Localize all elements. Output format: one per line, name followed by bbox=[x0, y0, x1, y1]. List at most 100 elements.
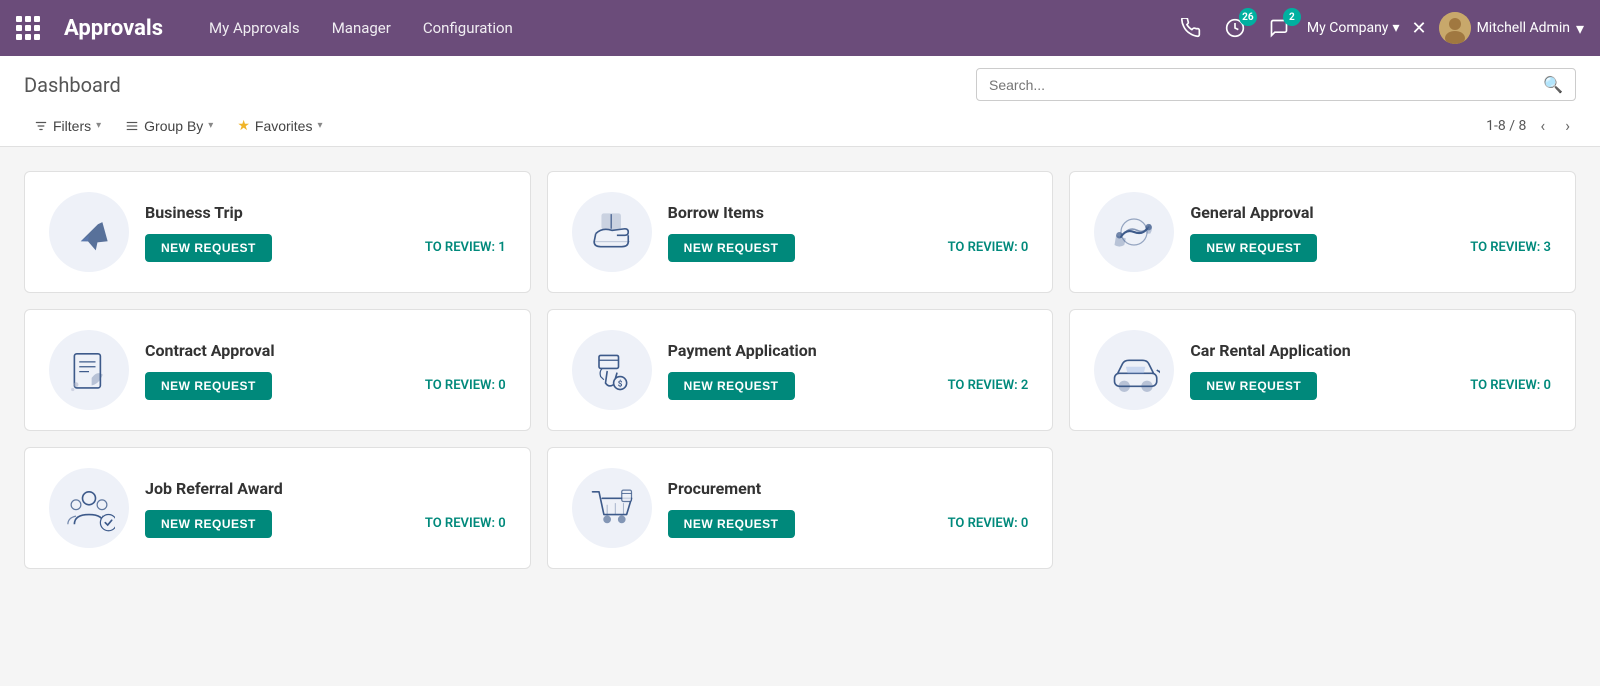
card-title: Car Rental Application bbox=[1190, 341, 1551, 360]
app-title: Approvals bbox=[64, 16, 163, 41]
card-content: Borrow Items NEW REQUEST TO REVIEW: 0 bbox=[668, 203, 1029, 262]
card-business-trip[interactable]: Business Trip NEW REQUEST TO REVIEW: 1 bbox=[24, 171, 531, 293]
to-review-count: TO REVIEW: 1 bbox=[425, 240, 506, 255]
new-request-button[interactable]: NEW REQUEST bbox=[1190, 234, 1317, 262]
favorites-label: Favorites bbox=[255, 118, 313, 134]
filters-button[interactable]: Filters ▾ bbox=[24, 114, 111, 138]
card-borrow-items[interactable]: Borrow Items NEW REQUEST TO REVIEW: 0 bbox=[547, 171, 1054, 293]
close-icon[interactable]: ✕ bbox=[1411, 18, 1426, 39]
nav-manager[interactable]: Manager bbox=[318, 11, 405, 45]
header-right: 26 2 My Company ▾ ✕ Mitchell Admin bbox=[1175, 12, 1584, 44]
payment-icon: $ bbox=[572, 330, 652, 410]
main-content: Business Trip NEW REQUEST TO REVIEW: 1 B… bbox=[0, 147, 1600, 593]
svg-text:$: $ bbox=[617, 378, 622, 388]
chat-icon[interactable]: 2 bbox=[1263, 12, 1295, 44]
card-content: Contract Approval NEW REQUEST TO REVIEW:… bbox=[145, 341, 506, 400]
to-review-count: TO REVIEW: 0 bbox=[425, 378, 506, 393]
pagination-next[interactable]: › bbox=[1559, 114, 1576, 137]
hand-box-icon bbox=[572, 192, 652, 272]
car-icon bbox=[1094, 330, 1174, 410]
filters-label: Filters bbox=[53, 118, 91, 134]
card-procurement[interactable]: Procurement NEW REQUEST TO REVIEW: 0 bbox=[547, 447, 1054, 569]
card-content: Business Trip NEW REQUEST TO REVIEW: 1 bbox=[145, 203, 506, 262]
filters-caret: ▾ bbox=[96, 120, 101, 131]
pagination-text: 1-8 / 8 bbox=[1486, 118, 1526, 134]
new-request-button[interactable]: NEW REQUEST bbox=[145, 234, 272, 262]
user-menu[interactable]: Mitchell Admin ▾ bbox=[1439, 12, 1584, 44]
star-icon: ★ bbox=[237, 117, 250, 134]
phone-icon[interactable] bbox=[1175, 12, 1207, 44]
contract-icon bbox=[49, 330, 129, 410]
search-bar: 🔍 bbox=[976, 68, 1576, 101]
card-car-rental[interactable]: Car Rental Application NEW REQUEST TO RE… bbox=[1069, 309, 1576, 431]
cards-grid: Business Trip NEW REQUEST TO REVIEW: 1 B… bbox=[24, 171, 1576, 569]
card-actions: NEW REQUEST TO REVIEW: 3 bbox=[1190, 234, 1551, 262]
card-title: General Approval bbox=[1190, 203, 1551, 222]
favorites-caret: ▾ bbox=[317, 120, 322, 131]
chat-badge: 2 bbox=[1283, 8, 1301, 26]
handshake-icon bbox=[1094, 192, 1174, 272]
card-title: Business Trip bbox=[145, 203, 506, 222]
card-general-approval[interactable]: General Approval NEW REQUEST TO REVIEW: … bbox=[1069, 171, 1576, 293]
clock-badge: 26 bbox=[1239, 8, 1257, 26]
new-request-button[interactable]: NEW REQUEST bbox=[668, 372, 795, 400]
to-review-count: TO REVIEW: 0 bbox=[425, 516, 506, 531]
main-nav: My Approvals Manager Configuration bbox=[195, 11, 1151, 45]
company-caret: ▾ bbox=[1392, 20, 1399, 36]
app-header: Approvals My Approvals Manager Configura… bbox=[0, 0, 1600, 56]
group-by-label: Group By bbox=[144, 118, 203, 134]
search-icon[interactable]: 🔍 bbox=[1543, 75, 1563, 94]
favorites-button[interactable]: ★ Favorites ▾ bbox=[227, 113, 332, 138]
to-review-count: TO REVIEW: 2 bbox=[948, 378, 1029, 393]
card-actions: NEW REQUEST TO REVIEW: 0 bbox=[145, 372, 506, 400]
company-selector[interactable]: My Company ▾ bbox=[1307, 20, 1400, 36]
card-actions: NEW REQUEST TO REVIEW: 2 bbox=[668, 372, 1029, 400]
card-actions: NEW REQUEST TO REVIEW: 0 bbox=[1190, 372, 1551, 400]
clock-notifications-icon[interactable]: 26 bbox=[1219, 12, 1251, 44]
new-request-button[interactable]: NEW REQUEST bbox=[145, 372, 272, 400]
cart-icon bbox=[572, 468, 652, 548]
card-title: Job Referral Award bbox=[145, 479, 506, 498]
card-content: Car Rental Application NEW REQUEST TO RE… bbox=[1190, 341, 1551, 400]
new-request-button[interactable]: NEW REQUEST bbox=[668, 234, 795, 262]
toolbar: Dashboard 🔍 Filters ▾ Group By ▾ ★ Favor… bbox=[0, 56, 1600, 147]
people-icon bbox=[49, 468, 129, 548]
new-request-button[interactable]: NEW REQUEST bbox=[145, 510, 272, 538]
user-caret: ▾ bbox=[1576, 19, 1584, 38]
company-label: My Company bbox=[1307, 20, 1389, 36]
card-actions: NEW REQUEST TO REVIEW: 0 bbox=[145, 510, 506, 538]
to-review-count: TO REVIEW: 0 bbox=[948, 240, 1029, 255]
card-title: Borrow Items bbox=[668, 203, 1029, 222]
nav-configuration[interactable]: Configuration bbox=[409, 11, 527, 45]
card-content: Procurement NEW REQUEST TO REVIEW: 0 bbox=[668, 479, 1029, 538]
apps-menu-icon[interactable] bbox=[16, 16, 40, 40]
to-review-count: TO REVIEW: 0 bbox=[948, 516, 1029, 531]
user-label: Mitchell Admin bbox=[1477, 20, 1570, 36]
new-request-button[interactable]: NEW REQUEST bbox=[668, 510, 795, 538]
group-by-caret: ▾ bbox=[208, 120, 213, 131]
to-review-count: TO REVIEW: 3 bbox=[1470, 240, 1551, 255]
filter-buttons: Filters ▾ Group By ▾ ★ Favorites ▾ bbox=[24, 113, 333, 138]
card-actions: NEW REQUEST TO REVIEW: 1 bbox=[145, 234, 506, 262]
card-content: General Approval NEW REQUEST TO REVIEW: … bbox=[1190, 203, 1551, 262]
card-actions: NEW REQUEST TO REVIEW: 0 bbox=[668, 234, 1029, 262]
card-actions: NEW REQUEST TO REVIEW: 0 bbox=[668, 510, 1029, 538]
card-content: Job Referral Award NEW REQUEST TO REVIEW… bbox=[145, 479, 506, 538]
pagination: 1-8 / 8 ‹ › bbox=[1486, 114, 1576, 137]
avatar bbox=[1439, 12, 1471, 44]
to-review-count: TO REVIEW: 0 bbox=[1470, 378, 1551, 393]
card-payment-application[interactable]: $ Payment Application NEW REQUEST TO REV… bbox=[547, 309, 1054, 431]
card-title: Procurement bbox=[668, 479, 1029, 498]
page-title: Dashboard bbox=[24, 73, 121, 97]
group-by-button[interactable]: Group By ▾ bbox=[115, 114, 223, 138]
nav-my-approvals[interactable]: My Approvals bbox=[195, 11, 314, 45]
toolbar-filters: Filters ▾ Group By ▾ ★ Favorites ▾ 1-8 /… bbox=[24, 113, 1576, 146]
card-title: Contract Approval bbox=[145, 341, 506, 360]
plane-icon bbox=[49, 192, 129, 272]
card-contract-approval[interactable]: Contract Approval NEW REQUEST TO REVIEW:… bbox=[24, 309, 531, 431]
card-job-referral[interactable]: Job Referral Award NEW REQUEST TO REVIEW… bbox=[24, 447, 531, 569]
pagination-prev[interactable]: ‹ bbox=[1534, 114, 1551, 137]
card-content: Payment Application NEW REQUEST TO REVIE… bbox=[668, 341, 1029, 400]
search-input[interactable] bbox=[989, 77, 1543, 93]
new-request-button[interactable]: NEW REQUEST bbox=[1190, 372, 1317, 400]
